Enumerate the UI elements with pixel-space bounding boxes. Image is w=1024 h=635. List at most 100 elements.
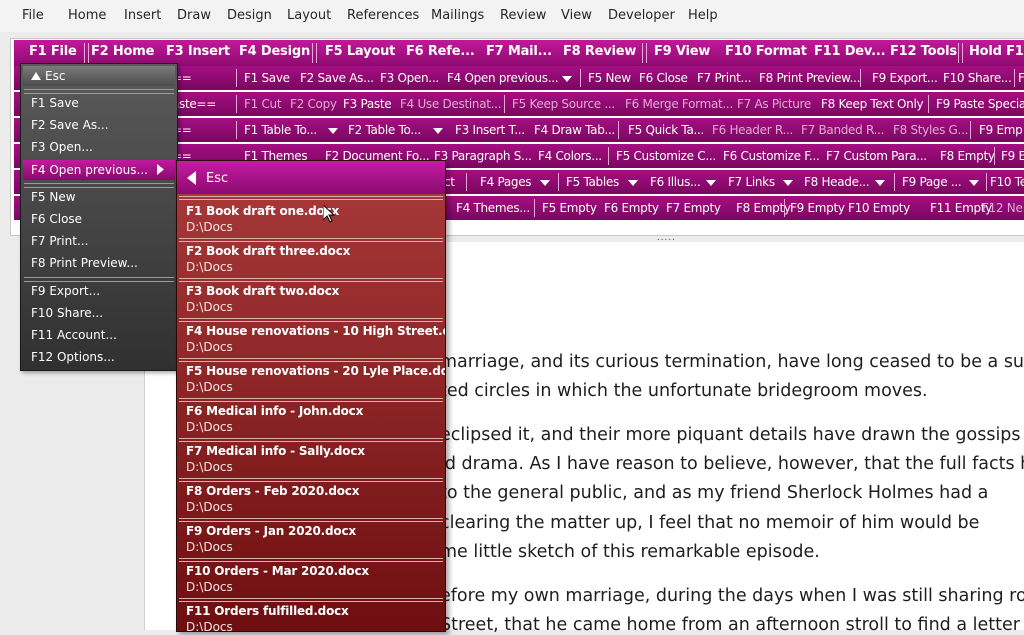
ribbon-item-paste-special[interactable]: F9 Paste Special [936,97,1024,111]
recent-files-esc[interactable]: Esc [177,161,445,194]
ribbon-item-paste[interactable]: F3 Paste [343,97,392,111]
ribbon-item-close[interactable]: F6 Close [639,71,688,85]
ribbon-item-print-preview[interactable]: F8 Print Preview... [759,71,860,85]
ribbon-item[interactable]: F [1018,71,1024,85]
recent-file-item[interactable]: F4 House renovations - 10 High Street.do… [177,321,445,359]
menu-file[interactable]: File [22,8,44,23]
recent-file-item[interactable]: F9 Orders - Jan 2020.docx D:\Docs [177,521,445,559]
menu-help[interactable]: Help [688,8,718,23]
tab-mailings[interactable]: F7 Mail... [486,44,552,59]
ribbon-item-as-picture[interactable]: F7 As Picture [737,97,811,111]
recent-file-item[interactable]: F8 Orders - Feb 2020.docx D:\Docs [177,481,445,519]
menu-developer[interactable]: Developer [608,8,675,23]
tab-developer[interactable]: F11 Dev... [814,44,886,59]
menu-draw[interactable]: Draw [177,8,211,23]
file-menu-export[interactable]: F9 Export... [31,284,100,298]
ribbon-item-page-number[interactable]: F9 Page ... [902,175,962,189]
ribbon-item-open-previous[interactable]: F4 Open previous... [447,71,559,85]
ribbon-item-banded-rows[interactable]: F7 Banded R... [801,123,884,137]
chevron-down-icon[interactable] [706,180,716,186]
ribbon-item-customize-colors[interactable]: F5 Customize C... [616,149,716,163]
menu-home[interactable]: Home [68,8,106,23]
tab-tools[interactable]: F12 Tools [890,44,957,59]
recent-file-item[interactable]: F5 House renovations - 20 Lyle Place.doc… [177,361,445,399]
ribbon-item[interactable]: F9 Emp [979,123,1023,137]
chevron-down-icon[interactable] [433,128,443,134]
ribbon-item-paragraph-spacing[interactable]: F3 Paragraph S... [434,149,532,163]
ribbon-item-customize-fonts[interactable]: F6 Customize F... [723,149,820,163]
tab-review[interactable]: F8 Review [563,44,636,59]
menu-insert[interactable]: Insert [124,8,161,23]
ribbon-item-empty[interactable]: F8 Empty [940,149,995,163]
ribbon-item-empty[interactable]: F6 Empty [604,201,659,215]
file-menu-esc[interactable]: Esc [23,66,175,86]
ribbon-item[interactable]: F9 E [1001,149,1024,163]
chevron-down-icon[interactable] [328,128,338,134]
file-menu-share[interactable]: F10 Share... [31,306,103,320]
ribbon-item-print[interactable]: F7 Print... [697,71,751,85]
recent-file-item[interactable]: F3 Book draft two.docx D:\Docs [177,281,445,319]
file-menu-new[interactable]: F5 New [31,190,76,204]
chevron-down-icon[interactable] [969,180,979,186]
tab-format[interactable]: F10 Format [725,44,807,59]
chevron-down-icon[interactable] [628,180,638,186]
ribbon-item-use-destination[interactable]: F4 Use Destinat... [400,97,502,111]
menu-design[interactable]: Design [227,8,272,23]
ribbon-item-header-row[interactable]: F6 Header R... [712,123,793,137]
tab-layout[interactable]: F5 Layout [325,44,395,59]
recent-file-item[interactable]: F7 Medical info - Sally.docx D:\Docs [177,441,445,479]
ribbon-item-empty[interactable]: F8 Empty [736,201,791,215]
tab-home[interactable]: F2 Home [91,44,154,59]
ribbon-item-insert-table[interactable]: F3 Insert T... [455,123,525,137]
chevron-down-icon[interactable] [783,180,793,186]
menu-layout[interactable]: Layout [287,8,331,23]
tab-design[interactable]: F4 Design [239,44,310,59]
menu-view[interactable]: View [561,8,592,23]
recent-file-item[interactable]: F10 Orders - Mar 2020.docx D:\Docs [177,561,445,599]
ribbon-item[interactable]: F10 Te [990,175,1024,189]
ribbon-item-keep-source[interactable]: F5 Keep Source ... [512,97,615,111]
tab-view[interactable]: F9 View [654,44,710,59]
ribbon-item-empty[interactable]: F9 Empty [790,201,845,215]
ribbon-item-colors[interactable]: F4 Colors... [538,149,602,163]
file-menu-save-as[interactable]: F2 Save As... [31,118,109,132]
chevron-down-icon[interactable] [540,180,550,186]
ribbon-item-draw-table[interactable]: F4 Draw Tab... [534,123,615,137]
recent-file-item[interactable]: F1 Book draft one.docx D:\Docs [177,201,445,239]
ribbon-item-quick-table[interactable]: F5 Quick Ta... [628,123,704,137]
ribbon-item-save-as[interactable]: F2 Save As... [300,71,374,85]
ribbon-item-empty[interactable]: F5 Empty [542,201,597,215]
ribbon-item-cut[interactable]: F1 Cut [244,97,282,111]
file-menu-print[interactable]: F7 Print... [31,234,88,248]
ribbon-item-new[interactable]: F5 New [588,71,631,85]
ribbon-item-save[interactable]: F1 Save [244,71,290,85]
recent-file-item[interactable]: F6 Medical info - John.docx D:\Docs [177,401,445,439]
ribbon-item-table-to[interactable]: F2 Table To... [348,123,421,137]
ribbon-item-empty[interactable]: F10 Empty [848,201,910,215]
ribbon-item-export[interactable]: F9 Export... [872,71,938,85]
ribbon-item-keep-text-only[interactable]: F8 Keep Text Only [821,97,924,111]
file-menu-print-preview[interactable]: F8 Print Preview... [31,256,138,270]
chevron-down-icon[interactable] [875,180,885,186]
recent-file-item[interactable]: F2 Book draft three.docx D:\Docs [177,241,445,279]
ribbon-item-styles-gallery[interactable]: F8 Styles G... [893,123,968,137]
recent-file-item[interactable]: F11 Orders fulfilled.docx D:\Docs [177,601,445,631]
ribbon-item-custom-paragraph[interactable]: F7 Custom Para... [826,149,927,163]
tab-references[interactable]: F6 Refe... [406,44,475,59]
ribbon-item-pages[interactable]: F4 Pages [480,175,532,189]
file-menu-save[interactable]: F1 Save [31,96,79,110]
menu-review[interactable]: Review [500,8,546,23]
ribbon-item-copy[interactable]: F2 Copy [290,97,337,111]
file-menu-options[interactable]: F12 Options... [31,350,115,364]
ribbon-item-share[interactable]: F10 Share... [943,71,1012,85]
chevron-down-icon[interactable] [562,76,572,82]
file-menu-close[interactable]: F6 Close [31,212,82,226]
ribbon-item-header[interactable]: F8 Heade... [804,175,870,189]
tab-insert[interactable]: F3 Insert [166,44,230,59]
ribbon-item-open[interactable]: F3 Open... [380,71,439,85]
file-menu-open[interactable]: F3 Open... [31,140,93,154]
tab-file[interactable]: F1 File [29,44,77,59]
ribbon-item-merge-format[interactable]: F6 Merge Format... [625,97,733,111]
ribbon-item[interactable]: F12 Ne [982,201,1023,215]
file-menu-account[interactable]: F11 Account... [31,328,117,342]
